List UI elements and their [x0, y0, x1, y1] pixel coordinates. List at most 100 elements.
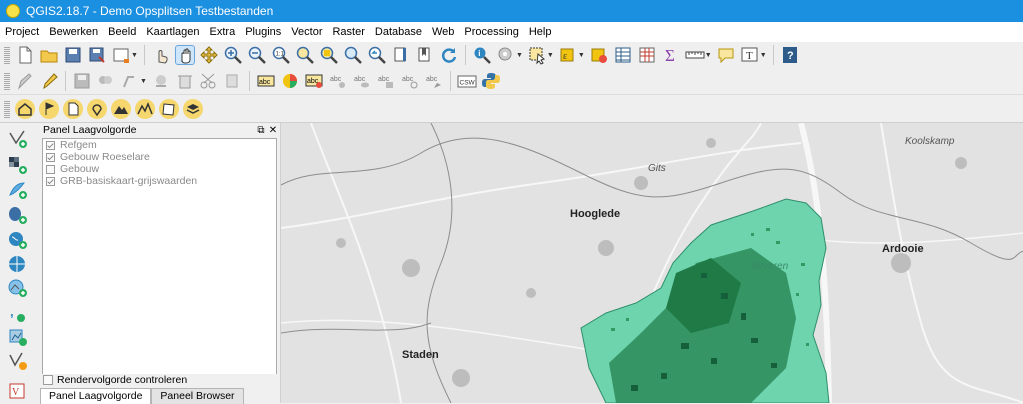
add-vector-layer-icon[interactable] [7, 129, 29, 149]
zoom-full-icon[interactable] [295, 45, 315, 65]
new-shapefile-icon[interactable] [7, 327, 29, 347]
node-tool-icon[interactable] [151, 71, 171, 91]
cut-features-icon[interactable] [199, 71, 219, 91]
pin-labels-icon[interactable]: abc [328, 71, 348, 91]
layer-row-gebouw-roeselare[interactable]: Gebouw Roeselare [46, 151, 276, 163]
open-project-icon[interactable] [39, 45, 59, 65]
zoom-to-selection-icon[interactable] [319, 45, 339, 65]
measure-line-icon[interactable] [685, 45, 705, 65]
chevron-down-icon[interactable]: ▼ [578, 52, 585, 59]
add-feature-icon[interactable] [96, 71, 116, 91]
layer-row-gebouw[interactable]: Gebouw [46, 163, 276, 175]
new-temporary-layer-icon[interactable] [7, 351, 29, 371]
zoom-last-icon[interactable] [367, 45, 387, 65]
delete-selected-icon[interactable] [175, 71, 195, 91]
map-canvas[interactable]: Koolskamp Gits Hooglede Ardooie Beveren … [280, 123, 1023, 403]
menu-raster[interactable]: Raster [327, 22, 369, 42]
chevron-down-icon[interactable]: ▼ [547, 52, 554, 59]
zoom-in-icon[interactable] [223, 45, 243, 65]
menu-kaartlagen[interactable]: Kaartlagen [141, 22, 204, 42]
pan-icon[interactable] [174, 45, 195, 65]
render-order-control[interactable]: Rendervolgorde controleren [43, 374, 187, 386]
menu-web[interactable]: Web [427, 22, 459, 42]
chevron-down-icon[interactable]: ▼ [140, 78, 147, 85]
menu-plugins[interactable]: Plugins [240, 22, 286, 42]
close-icon[interactable]: ✕ [267, 125, 279, 136]
menu-project[interactable]: Project [0, 22, 44, 42]
measure-icon[interactable] [496, 45, 516, 65]
flag-icon[interactable] [39, 98, 59, 119]
python-console-icon[interactable] [481, 71, 501, 91]
menu-processing[interactable]: Processing [459, 22, 523, 42]
touch-zoom-icon[interactable] [151, 45, 171, 65]
print-composer-icon[interactable] [111, 45, 131, 65]
menu-vector[interactable]: Vector [286, 22, 327, 42]
field-calculator-icon[interactable] [637, 45, 657, 65]
add-spatialite-layer-icon[interactable] [7, 180, 29, 200]
layer-diagram-icon[interactable] [280, 71, 300, 91]
tab-paneel-browser[interactable]: Paneel Browser [151, 388, 244, 404]
home-icon[interactable] [15, 98, 35, 119]
render-order-checkbox[interactable] [43, 375, 53, 385]
zoom-native-icon[interactable]: 1:1 [271, 45, 291, 65]
text-annotation-icon[interactable]: T [740, 45, 760, 65]
chevron-down-icon[interactable]: ▼ [516, 52, 523, 59]
layer-row-grb-basiskaart[interactable]: GRB-basiskaart-grijswaarden [46, 175, 276, 187]
save-edits-icon[interactable] [72, 71, 92, 91]
add-postgis-layer-icon[interactable] [7, 205, 29, 225]
change-label-icon[interactable]: abc [424, 71, 444, 91]
menu-beeld[interactable]: Beeld [103, 22, 141, 42]
move-label-icon[interactable]: abc [376, 71, 396, 91]
show-hide-labels-icon[interactable]: abc [352, 71, 372, 91]
csw-icon[interactable]: CSW [457, 71, 477, 91]
menu-extra[interactable]: Extra [205, 22, 241, 42]
toolbar-grip[interactable] [4, 99, 10, 118]
mountain-route-icon[interactable] [111, 98, 131, 119]
placemark-icon[interactable] [87, 98, 107, 119]
identify-icon[interactable]: i [472, 45, 492, 65]
highlight-pinned-labels-icon[interactable]: abc [304, 71, 324, 91]
paste-features-icon[interactable] [223, 71, 243, 91]
save-as-icon[interactable] [87, 45, 107, 65]
rotate-label-icon[interactable]: abc [400, 71, 420, 91]
add-wcs-layer-icon[interactable] [7, 254, 29, 274]
add-raster-layer-icon[interactable] [7, 155, 29, 175]
move-feature-icon[interactable] [120, 71, 140, 91]
document-icon[interactable] [63, 98, 83, 119]
elevation-icon[interactable] [135, 98, 155, 119]
statistics-sum-icon[interactable]: Σ [661, 45, 681, 65]
add-wfs-layer-icon[interactable] [7, 278, 29, 298]
chevron-down-icon[interactable]: ▼ [705, 52, 712, 59]
toggle-editing-icon[interactable] [39, 71, 59, 91]
toolbar-grip[interactable] [4, 46, 10, 64]
select-features-icon[interactable] [527, 45, 547, 65]
zoom-out-icon[interactable] [247, 45, 267, 65]
tab-panel-laagvolgorde[interactable]: Panel Laagvolgorde [40, 388, 152, 404]
chevron-down-icon[interactable]: ▼ [131, 52, 138, 59]
layer-checkbox[interactable] [46, 164, 55, 174]
layer-checkbox[interactable] [46, 140, 55, 150]
zoom-next-icon[interactable] [391, 45, 411, 65]
pan-to-selection-icon[interactable] [199, 45, 219, 65]
menu-database[interactable]: Database [370, 22, 427, 42]
new-project-icon[interactable] [15, 45, 35, 65]
add-delimited-text-icon[interactable]: , [7, 303, 29, 323]
layers-icon[interactable] [183, 98, 203, 119]
menu-help[interactable]: Help [524, 22, 557, 42]
toolbar-grip[interactable] [4, 72, 10, 90]
layer-row-refgem[interactable]: Refgem [46, 139, 276, 151]
float-icon[interactable]: ⧉ [255, 125, 267, 136]
layer-checkbox[interactable] [46, 176, 55, 186]
save-project-icon[interactable] [63, 45, 83, 65]
add-virtual-layer-icon[interactable]: V [7, 381, 29, 401]
chevron-down-icon[interactable]: ▼ [760, 52, 767, 59]
refresh-icon[interactable] [439, 45, 459, 65]
help-icon[interactable]: ? [780, 45, 800, 65]
layer-labeling-icon[interactable]: abc [256, 71, 276, 91]
menu-bewerken[interactable]: Bewerken [44, 22, 103, 42]
new-map-view-icon[interactable] [415, 45, 435, 65]
select-by-value-icon[interactable]: ε [558, 45, 578, 65]
current-edits-icon[interactable] [15, 71, 35, 91]
open-attribute-table-icon[interactable] [613, 45, 633, 65]
zoom-to-layer-icon[interactable] [343, 45, 363, 65]
